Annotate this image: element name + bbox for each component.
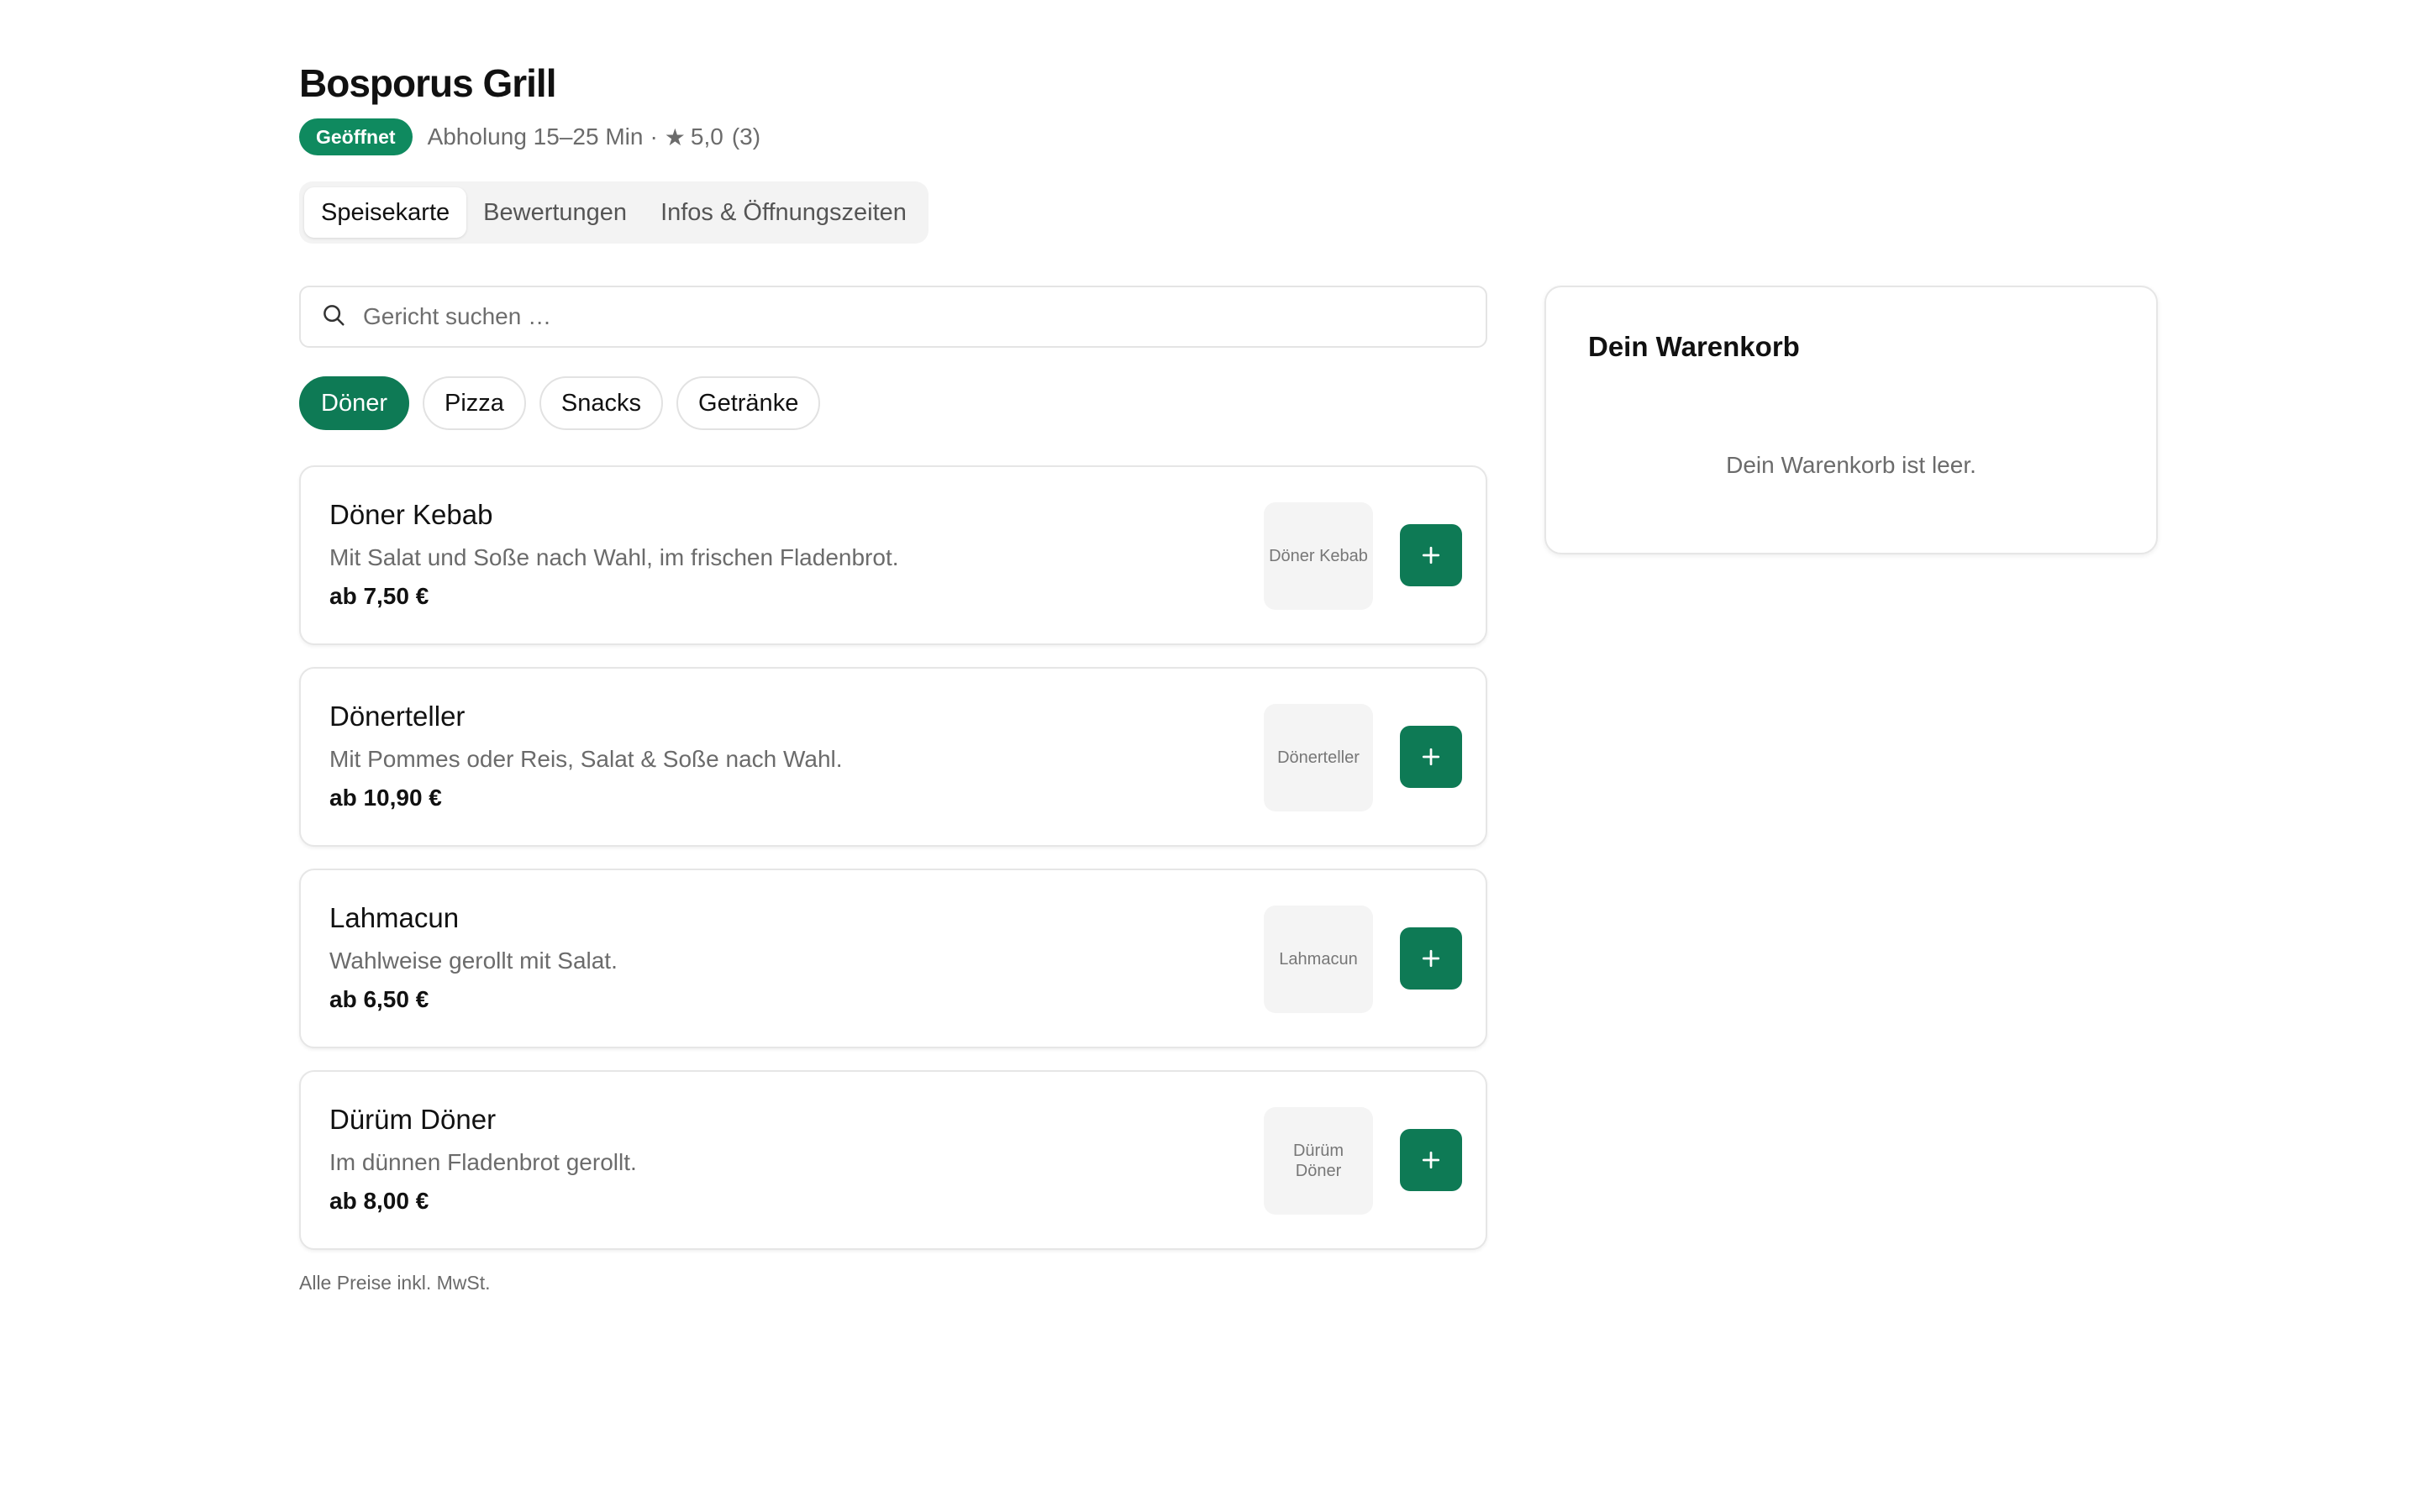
menu-item-card[interactable]: Lahmacun Wahlweise gerollt mit Salat. ab… [299, 869, 1487, 1048]
item-price: ab 8,00 € [329, 1188, 429, 1214]
item-description: Wahlweise gerollt mit Salat. [329, 948, 618, 974]
item-image-placeholder: Döner Kebab [1264, 502, 1373, 610]
item-name: Lahmacun [329, 902, 460, 933]
rating-value: 5,0 [690, 123, 723, 150]
menu-column: Döner Pizza Snacks Getränke Döner Kebab … [299, 286, 1487, 1294]
menu-item-card[interactable]: Dönerteller Mit Pommes oder Reis, Salat … [299, 667, 1487, 847]
cart-empty-message: Dein Warenkorb ist leer. [1726, 452, 1976, 478]
item-price: ab 10,90 € [329, 785, 442, 811]
restaurant-name: Bosporus Grill [299, 61, 556, 105]
cart-panel: Dein Warenkorb Dein Warenkorb ist leer. [1544, 286, 2158, 554]
item-image-placeholder: Dönerteller [1264, 704, 1373, 811]
plus-icon [1422, 748, 1440, 766]
category-chip-pizza[interactable]: Pizza [423, 376, 526, 430]
item-price: ab 6,50 € [329, 986, 429, 1012]
search-icon [321, 302, 346, 332]
plus-icon [1422, 1151, 1440, 1169]
item-description: Im dünnen Fladenbrot gerollt. [329, 1149, 637, 1175]
item-image-placeholder: Lahmacun [1264, 906, 1373, 1013]
star-icon: ★ [664, 123, 686, 150]
cart-title: Dein Warenkorb [1588, 331, 1800, 362]
search-bar [299, 286, 1487, 348]
add-to-cart-button[interactable] [1400, 927, 1462, 990]
price-footnote: Alle Preise inkl. MwSt. [299, 1272, 491, 1294]
tab-speisekarte[interactable]: Speisekarte [304, 187, 467, 238]
rating-count: (3) [731, 123, 761, 150]
plus-icon [1422, 949, 1440, 968]
add-to-cart-button[interactable] [1400, 1129, 1462, 1191]
category-chip-snacks[interactable]: Snacks [539, 376, 664, 430]
menu-item-card[interactable]: Döner Kebab Mit Salat und Soße nach Wahl… [299, 465, 1487, 645]
tab-bar: Speisekarte Bewertungen Infos & Öffnungs… [299, 181, 929, 244]
tab-infos[interactable]: Infos & Öffnungszeiten [644, 187, 923, 238]
status-badge: Geöffnet [299, 118, 413, 155]
add-to-cart-button[interactable] [1400, 726, 1462, 788]
item-image-placeholder: Dürüm Döner [1264, 1107, 1373, 1215]
category-chip-getraenke[interactable]: Getränke [676, 376, 821, 430]
add-to-cart-button[interactable] [1400, 524, 1462, 586]
menu-item-card[interactable]: Dürüm Döner Im dünnen Fladenbrot gerollt… [299, 1070, 1487, 1250]
restaurant-meta: Geöffnet Abholung 15–25 Min · ★ 5,0 (3) [299, 118, 2148, 156]
restaurant-info: Abholung 15–25 Min · ★ 5,0 (3) [428, 123, 760, 151]
plus-icon [1422, 546, 1440, 564]
item-name: Döner Kebab [329, 499, 493, 530]
item-name: Dönerteller [329, 701, 466, 732]
menu-item-list: Döner Kebab Mit Salat und Soße nach Wahl… [299, 465, 1487, 1250]
item-description: Mit Pommes oder Reis, Salat & Soße nach … [329, 746, 843, 772]
meta-separator: · [650, 123, 658, 150]
category-chip-doener[interactable]: Döner [299, 376, 409, 430]
item-name: Dürüm Döner [329, 1104, 497, 1135]
tab-bewertungen[interactable]: Bewertungen [466, 187, 644, 238]
pickup-time: Abholung 15–25 Min [427, 123, 644, 150]
category-chips: Döner Pizza Snacks Getränke [299, 376, 1487, 430]
item-price: ab 7,50 € [329, 583, 429, 609]
item-description: Mit Salat und Soße nach Wahl, im frische… [329, 544, 899, 570]
search-input[interactable] [363, 303, 1371, 330]
restaurant-page: Bosporus Grill Geöffnet Abholung 15–25 M… [299, 57, 2158, 1294]
